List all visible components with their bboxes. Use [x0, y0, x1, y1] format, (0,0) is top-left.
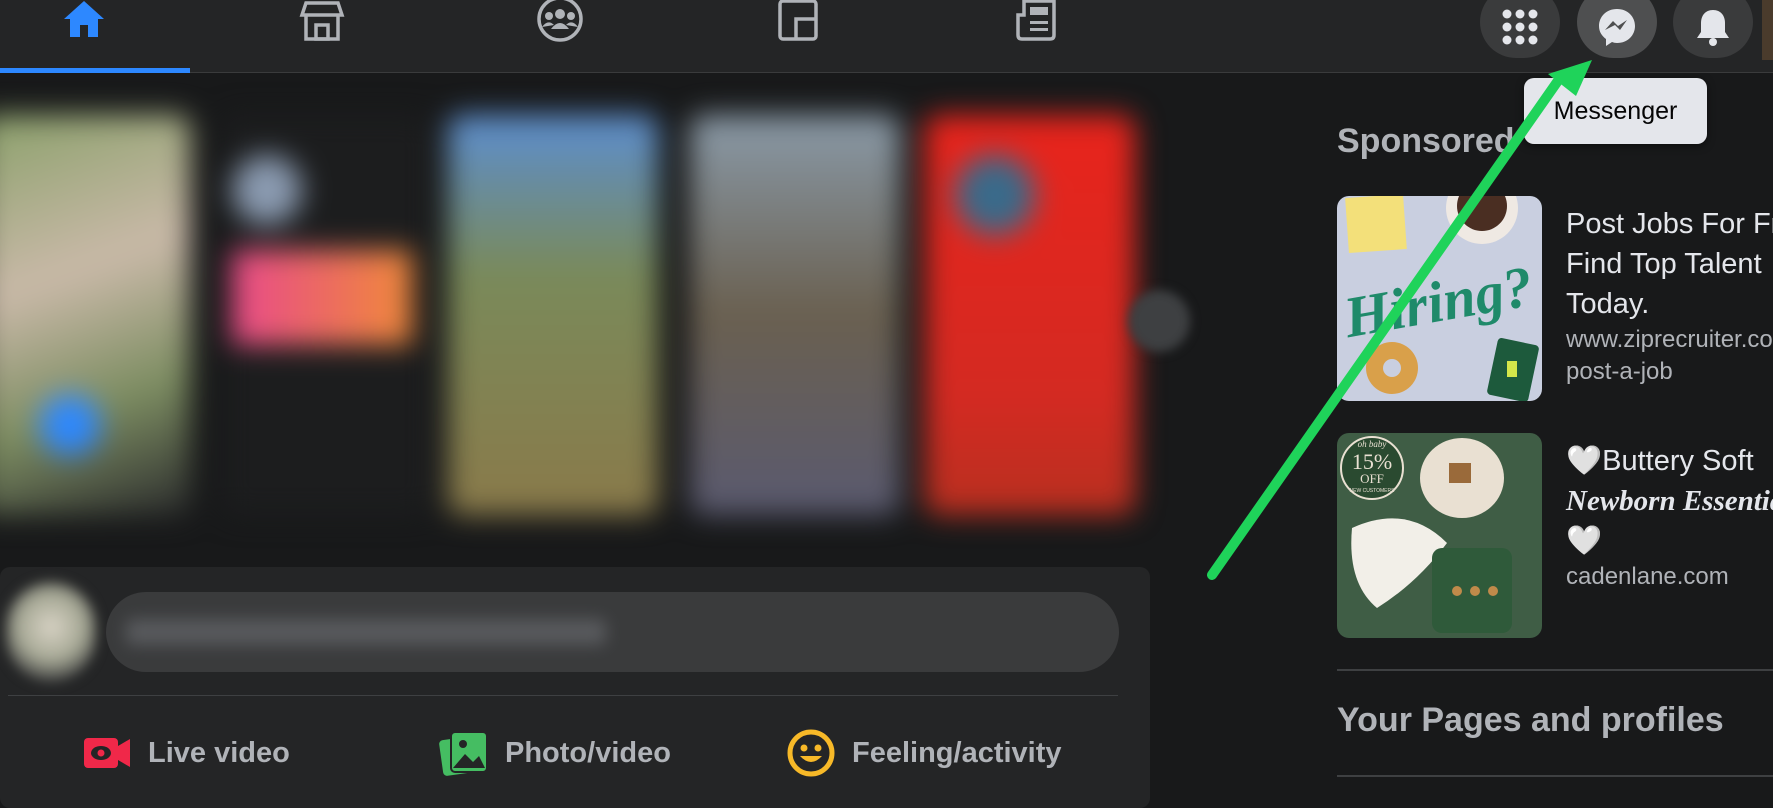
smiley-face-icon — [787, 729, 835, 777]
groups-icon — [537, 0, 583, 42]
tab-home[interactable] — [0, 0, 168, 72]
tab-marketplace[interactable] — [238, 0, 406, 72]
live-video-label: Live video — [148, 736, 290, 769]
story-card[interactable] — [0, 115, 190, 515]
your-pages-heading: Your Pages and profiles — [1337, 701, 1724, 739]
ad-image-hiring[interactable]: Hiring? — [1337, 196, 1542, 401]
avatar[interactable] — [6, 582, 96, 682]
story-card[interactable] — [222, 115, 432, 515]
composer-placeholder-blurred — [126, 619, 606, 645]
profile-avatar-edge[interactable] — [1762, 0, 1773, 60]
gaming-icon — [778, 0, 818, 41]
ad-url-line: cadenlane.com — [1566, 563, 1729, 590]
ad-badge-off: OFF — [1360, 471, 1384, 486]
sidebar-divider — [1337, 775, 1773, 777]
feeling-activity-button[interactable]: Feeling/activity — [786, 725, 1062, 781]
whats-on-your-mind-input[interactable] — [106, 592, 1119, 672]
ad-url-line: post-a-job — [1566, 358, 1673, 385]
story-card[interactable] — [448, 115, 658, 515]
composer-divider — [8, 695, 1118, 696]
photo-video-icon — [439, 731, 488, 776]
story-card[interactable] — [925, 115, 1135, 515]
ad-image-baby-clothes[interactable]: oh baby 15% OFF NEW CUSTOMERS — [1337, 433, 1542, 638]
notifications-icon — [1697, 10, 1729, 46]
sponsored-ad-ziprecruiter[interactable]: Hiring? Post Jobs For Free. Find Top Tal… — [1337, 196, 1773, 401]
sponsored-heading: Sponsored — [1337, 122, 1515, 160]
messenger-tooltip: Messenger — [1524, 78, 1707, 144]
news-icon — [1016, 0, 1056, 41]
messenger-button[interactable] — [1577, 0, 1657, 58]
ad-title-line[interactable]: Today. — [1566, 284, 1773, 324]
tab-news[interactable] — [952, 0, 1120, 72]
stories-carousel[interactable] — [0, 100, 1180, 530]
tab-groups[interactable] — [476, 0, 644, 72]
photo-video-label: Photo/video — [505, 736, 671, 769]
notifications-button[interactable] — [1673, 0, 1753, 58]
ad-title-styled[interactable]: Newborn Essentials — [1566, 485, 1773, 517]
menu-grid-icon — [1502, 9, 1538, 45]
ad-title-line[interactable]: 🤍Buttery Soft — [1566, 441, 1773, 481]
sidebar-divider — [1337, 669, 1773, 671]
ad-badge-sub: NEW CUSTOMERS — [1350, 488, 1396, 494]
feeling-activity-label: Feeling/activity — [852, 736, 1062, 769]
ad-title-line[interactable]: 🤍 — [1566, 521, 1773, 561]
live-video-icon — [84, 738, 130, 768]
menu-button[interactable] — [1480, 0, 1560, 58]
stories-next-button[interactable] — [1128, 290, 1190, 352]
ad-url-line: www.ziprecruiter.com/ — [1566, 326, 1773, 353]
live-video-button[interactable]: Live video — [82, 725, 290, 781]
ad-title-line[interactable]: Find Top Talent — [1566, 244, 1773, 284]
sponsored-ad-cadenlane[interactable]: oh baby 15% OFF NEW CUSTOMERS 🤍Buttery S… — [1337, 433, 1773, 638]
active-tab-indicator — [0, 68, 190, 73]
home-icon — [64, 1, 104, 37]
ad-title-line[interactable]: Post Jobs For Free. — [1566, 204, 1773, 244]
story-card[interactable] — [690, 115, 900, 515]
tab-gaming[interactable] — [714, 0, 882, 72]
ad-badge-script: oh baby — [1358, 439, 1387, 449]
photo-video-button[interactable]: Photo/video — [439, 725, 671, 781]
top-navigation-bar — [0, 0, 1773, 73]
messenger-icon — [1599, 9, 1635, 46]
marketplace-icon — [299, 1, 345, 41]
